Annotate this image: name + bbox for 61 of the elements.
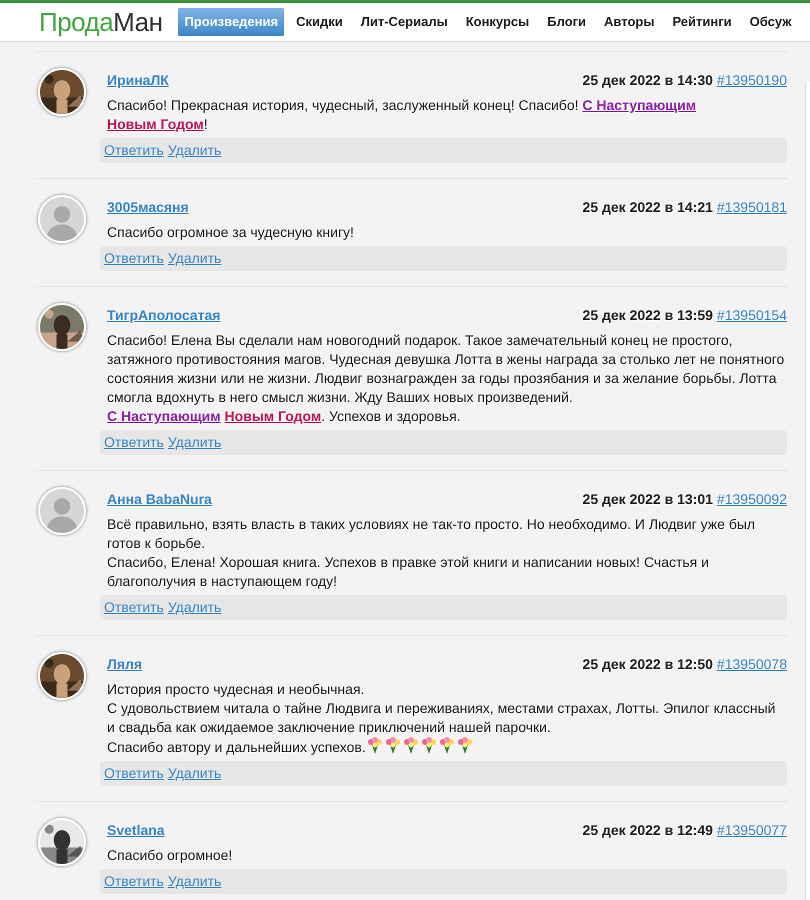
reply-link[interactable]: Ответить [104,871,164,892]
bouquet-icon [366,737,383,755]
avatar-silhouette-icon [38,195,86,243]
bouquet-icon [456,737,473,755]
comment-permalink[interactable]: #13950077 [716,820,787,841]
comment-date: 25 дек 2022 в 13:59 [582,306,713,325]
author-link[interactable]: ИринаЛК [107,70,169,91]
nav-tab[interactable]: Авторы [598,8,660,36]
delete-link[interactable]: Удалить [168,248,222,269]
holiday-link[interactable]: Новым Годом [224,408,322,424]
reply-link[interactable]: Ответить [104,248,164,269]
comment-text: История просто чудесная и необычная. [107,680,366,699]
comment-text: Спасибо! Елена Вы сделали нам новогодний подарок. Такое замечательный конец не простого, затяжного противостояния магов. Чудесная девушка Лотта в жены награда за столько лет не понятного состояния жизни или не жизни. Людвиг вознагражден за годы прозябания и за желание борьбы. Лотта смогла вдохнуть в него смысл жизни. Жду Ваших новых произведений. [107,331,786,407]
bouquet-icon [384,737,401,755]
bouquet-icon [438,737,455,755]
comment-text: С удовольствием читала о тайне Людвига и переживаниях, местами страхах, Лотты. Эпилог классный и свадьба как ожидаемое заключение приключений нашей парочки. [107,699,776,737]
nav-tab[interactable]: Лит-Сериалы [354,8,454,36]
site-logo[interactable]: ПродаМан [39,9,162,35]
delete-link[interactable]: Удалить [168,140,222,161]
nav-tab[interactable]: Конкурсы [460,8,536,36]
comment-permalink[interactable]: #13950078 [716,654,787,675]
author-link[interactable]: 3005масяня [107,197,189,218]
author-link[interactable]: Ляля [107,654,142,675]
comment-permalink[interactable]: #13950181 [716,197,787,218]
delete-link[interactable]: Удалить [168,432,222,453]
reply-link[interactable]: Ответить [104,763,164,784]
reply-link[interactable]: Ответить [104,140,164,161]
comment-text: Спасибо огромное! [107,846,234,865]
reply-link[interactable]: Ответить [104,432,164,453]
holiday-link[interactable]: Новым Годом [107,116,204,132]
reply-link[interactable]: Ответить [104,597,164,618]
comment-permalink[interactable]: #13950190 [716,70,787,91]
comment-date: 25 дек 2022 в 12:50 [582,655,713,674]
comment-text: С Наступающим Новым Годом. Успехов и здоровья. [107,407,462,426]
comment-text: Спасибо, Елена! Хорошая книга. Успехов в правке этой книги и написании новых! Счастья и благополучия в наступающем году! [107,553,710,591]
holiday-link[interactable]: С Наступающим [582,97,696,113]
nav-tab[interactable]: Блоги [541,8,592,36]
comment-date: 25 дек 2022 в 14:30 [582,71,713,90]
delete-link[interactable]: Удалить [168,763,222,784]
holiday-link[interactable]: С Наступающим [107,408,221,424]
comment-permalink[interactable]: #13950092 [716,489,787,510]
delete-link[interactable]: Удалить [168,597,222,618]
comment-permalink[interactable]: #13950154 [716,305,787,326]
comment-date: 25 дек 2022 в 14:21 [582,198,713,217]
comment-text: Всё правильно, взять власть в таких условиях не так-то просто. Но необходимо. И Людвиг уже был готов к борьбе. [107,515,756,553]
author-link[interactable]: ТигрАполосатая [107,305,220,326]
nav-tab[interactable]: Скидки [290,8,349,36]
comment-date: 25 дек 2022 в 12:49 [582,821,713,840]
bouquet-icon [402,737,419,755]
nav-tab[interactable]: Рейтинги [666,8,738,36]
comment-date: 25 дек 2022 в 13:01 [582,490,713,509]
nav-tab[interactable]: Произведения [178,8,284,36]
author-link[interactable]: Анна BabaNura [107,489,212,510]
comment-text: Спасибо! Прекрасная история, чудесный, заслуженный конец! Спасибо! С Наступающим Новым Годом! [107,96,698,134]
avatar-silhouette-icon [38,487,86,535]
comment-text: Спасибо автору и дальнейших успехов. [107,737,787,757]
comment-text: Спасибо огромное за чудесную книгу! [107,223,355,242]
nav-tab[interactable]: Обсуж [744,8,798,36]
delete-link[interactable]: Удалить [168,871,222,892]
bouquet-icon [420,737,437,755]
author-link[interactable]: Svetlana [107,820,165,841]
